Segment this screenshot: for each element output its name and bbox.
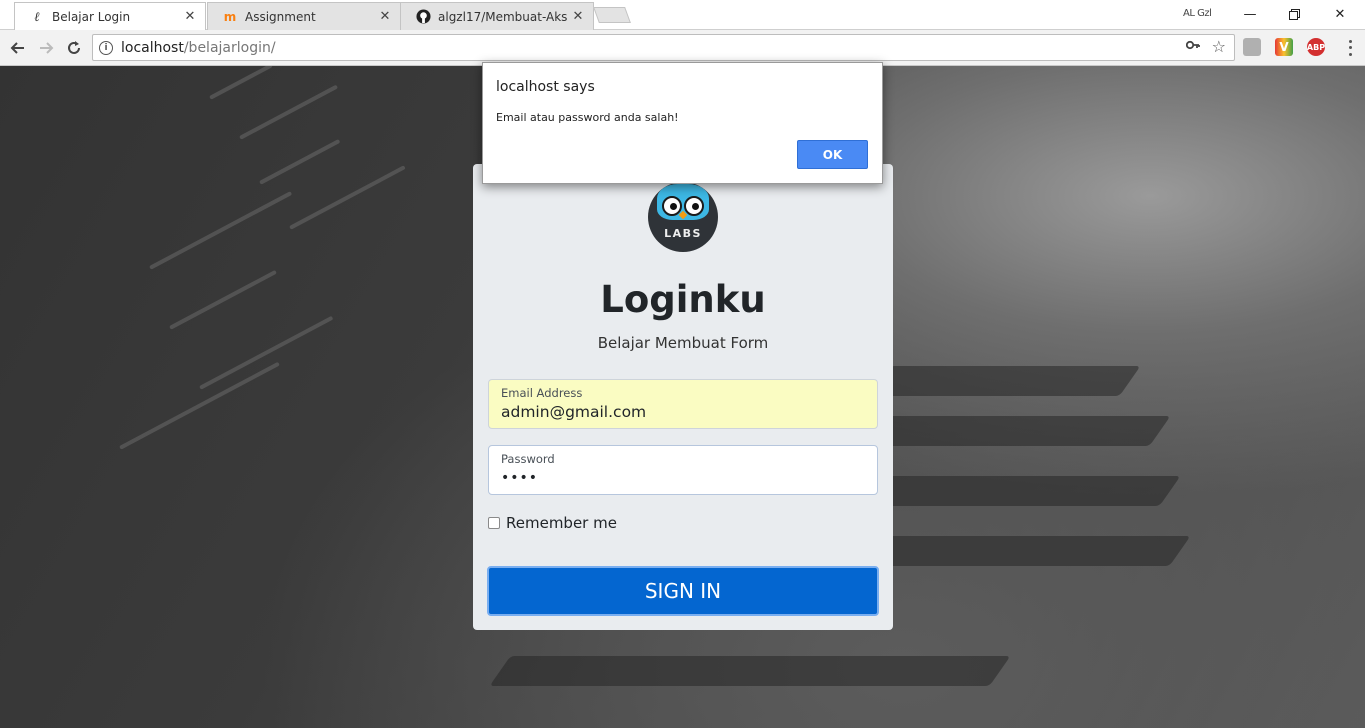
owl-labs-logo: LABS	[648, 182, 718, 252]
sign-in-button[interactable]: SIGN IN	[487, 566, 879, 616]
bg-decoration	[149, 191, 293, 270]
dialog-title: localhost says	[496, 79, 595, 95]
bg-decoration	[259, 138, 341, 185]
tab-title: Belajar Login	[52, 9, 131, 24]
page-subtitle: Belajar Membuat Form	[597, 334, 769, 352]
tab-assignment[interactable]: m Assignment ✕	[207, 2, 401, 30]
v-extension-icon[interactable]: V	[1275, 38, 1293, 56]
bg-decoration	[489, 656, 1011, 686]
tab-title: algzl17/Membuat-Aksi-d	[438, 9, 567, 24]
menu-icon[interactable]	[1343, 38, 1357, 58]
minimize-icon[interactable]: —	[1228, 0, 1272, 28]
dialog-message: Email atau password anda salah!	[496, 111, 679, 124]
browser-toolbar: i localhost/belajarlogin/ ☆ V ABP	[0, 30, 1365, 66]
restore-icon[interactable]	[1272, 0, 1316, 28]
github-icon	[415, 9, 431, 25]
close-icon[interactable]: ✕	[378, 9, 392, 24]
back-arrow-icon[interactable]	[6, 36, 30, 60]
password-label: Password	[501, 452, 555, 466]
bg-decoration	[289, 165, 406, 230]
l-script-icon: ℓ	[34, 9, 40, 25]
url-path: /belajarlogin/	[183, 39, 276, 56]
tab-strip: ℓ Belajar Login ✕ m Assignment ✕ algzl17…	[0, 0, 1365, 30]
password-field[interactable]: Password ••••	[488, 445, 878, 495]
bg-decoration	[869, 366, 1141, 396]
alert-dialog: localhost says Email atau password anda …	[482, 62, 883, 184]
bookmark-star-icon[interactable]: ☆	[1212, 37, 1226, 56]
cube-extension-icon[interactable]	[1243, 38, 1261, 56]
bg-decoration	[169, 269, 277, 330]
tab-title: Assignment	[245, 9, 316, 24]
profile-label[interactable]: AL Gzl	[1183, 8, 1212, 19]
abp-icon[interactable]: ABP	[1307, 38, 1325, 56]
email-field[interactable]: Email Address admin@gmail.com	[488, 379, 878, 429]
page-title: Loginku	[600, 278, 766, 321]
new-tab-button[interactable]	[593, 7, 631, 23]
address-bar[interactable]: i localhost/belajarlogin/ ☆	[92, 34, 1235, 61]
logo-text: LABS	[664, 227, 702, 240]
bg-decoration	[119, 361, 280, 450]
bg-decoration	[209, 66, 273, 100]
info-icon[interactable]: i	[99, 40, 113, 55]
window-close-icon[interactable]: ✕	[1318, 0, 1362, 28]
close-icon[interactable]: ✕	[183, 9, 197, 24]
email-label: Email Address	[501, 386, 583, 400]
owl-eye	[684, 196, 704, 216]
tab-github[interactable]: algzl17/Membuat-Aksi-d ✕	[400, 2, 594, 30]
forward-arrow-icon[interactable]	[34, 36, 58, 60]
bg-decoration	[199, 315, 334, 390]
moodle-icon: m	[223, 9, 237, 24]
bg-decoration	[849, 416, 1171, 446]
password-input[interactable]: ••••	[501, 469, 865, 487]
bg-decoration	[239, 84, 339, 140]
reload-icon[interactable]	[62, 36, 86, 60]
url-host: localhost	[121, 39, 184, 56]
tab-belajar-login[interactable]: ℓ Belajar Login ✕	[14, 2, 206, 30]
close-icon[interactable]: ✕	[571, 9, 585, 24]
key-icon[interactable]	[1185, 39, 1200, 54]
ok-button[interactable]: OK	[797, 140, 868, 169]
email-input[interactable]: admin@gmail.com	[501, 403, 865, 421]
remember-checkbox[interactable]	[488, 517, 500, 529]
remember-me[interactable]: Remember me	[488, 514, 617, 532]
remember-label: Remember me	[506, 514, 617, 532]
